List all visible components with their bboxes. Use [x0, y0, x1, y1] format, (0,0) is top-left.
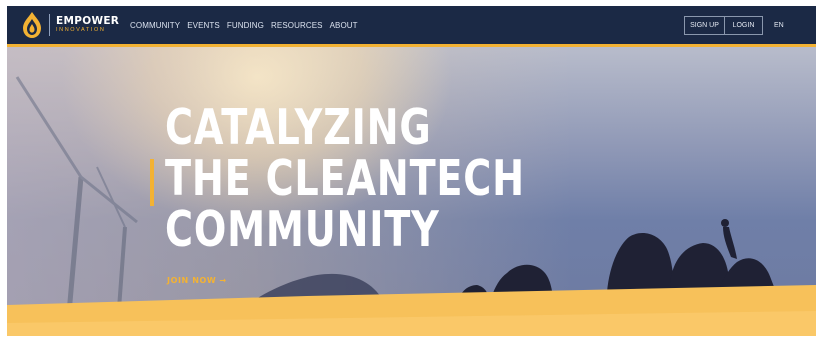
- arrow-right-icon: →: [219, 276, 227, 285]
- headline-line-2: THE CLEANTECH: [165, 150, 525, 207]
- logo-divider: [49, 14, 50, 36]
- headline-accent-bar: [150, 159, 154, 206]
- top-navigation-bar: EMPOWER INNOVATION COMMUNITY EVENTS FUND…: [7, 6, 816, 44]
- logo-title: EMPOWER: [56, 15, 120, 27]
- join-now-label: JOIN NOW: [167, 276, 217, 285]
- nav-item-resources[interactable]: RESOURCES: [271, 21, 323, 30]
- headline-line-3: COMMUNITY: [165, 201, 440, 258]
- nav-item-funding[interactable]: FUNDING: [227, 21, 264, 30]
- login-button[interactable]: LOGIN: [725, 16, 763, 35]
- nav-item-events[interactable]: EVENTS: [187, 21, 220, 30]
- nav-item-community[interactable]: COMMUNITY: [130, 21, 180, 30]
- join-now-link[interactable]: JOIN NOW →: [167, 276, 227, 285]
- logo-subtitle: INNOVATION: [56, 27, 106, 33]
- language-switcher[interactable]: EN: [774, 22, 784, 29]
- page-frame: EMPOWER INNOVATION COMMUNITY EVENTS FUND…: [7, 6, 816, 336]
- brand-logo[interactable]: EMPOWER INNOVATION: [21, 11, 119, 39]
- hero-section: CATALYZING THE CLEANTECH COMMUNITY JOIN …: [7, 47, 816, 336]
- main-menu: COMMUNITY EVENTS FUNDING RESOURCES ABOUT: [130, 6, 358, 44]
- headline-line-1: CATALYZING: [165, 99, 432, 156]
- logo-wordmark: EMPOWER INNOVATION: [56, 16, 119, 34]
- sign-up-button[interactable]: SIGN UP: [684, 16, 725, 35]
- wind-turbine-silhouettes: [15, 76, 138, 336]
- hero-headline: CATALYZING THE CLEANTECH COMMUNITY: [165, 102, 525, 255]
- auth-controls: SIGN UP LOGIN EN: [684, 16, 784, 35]
- nav-item-about[interactable]: ABOUT: [330, 21, 358, 30]
- flame-drop-logo-icon: [23, 12, 41, 38]
